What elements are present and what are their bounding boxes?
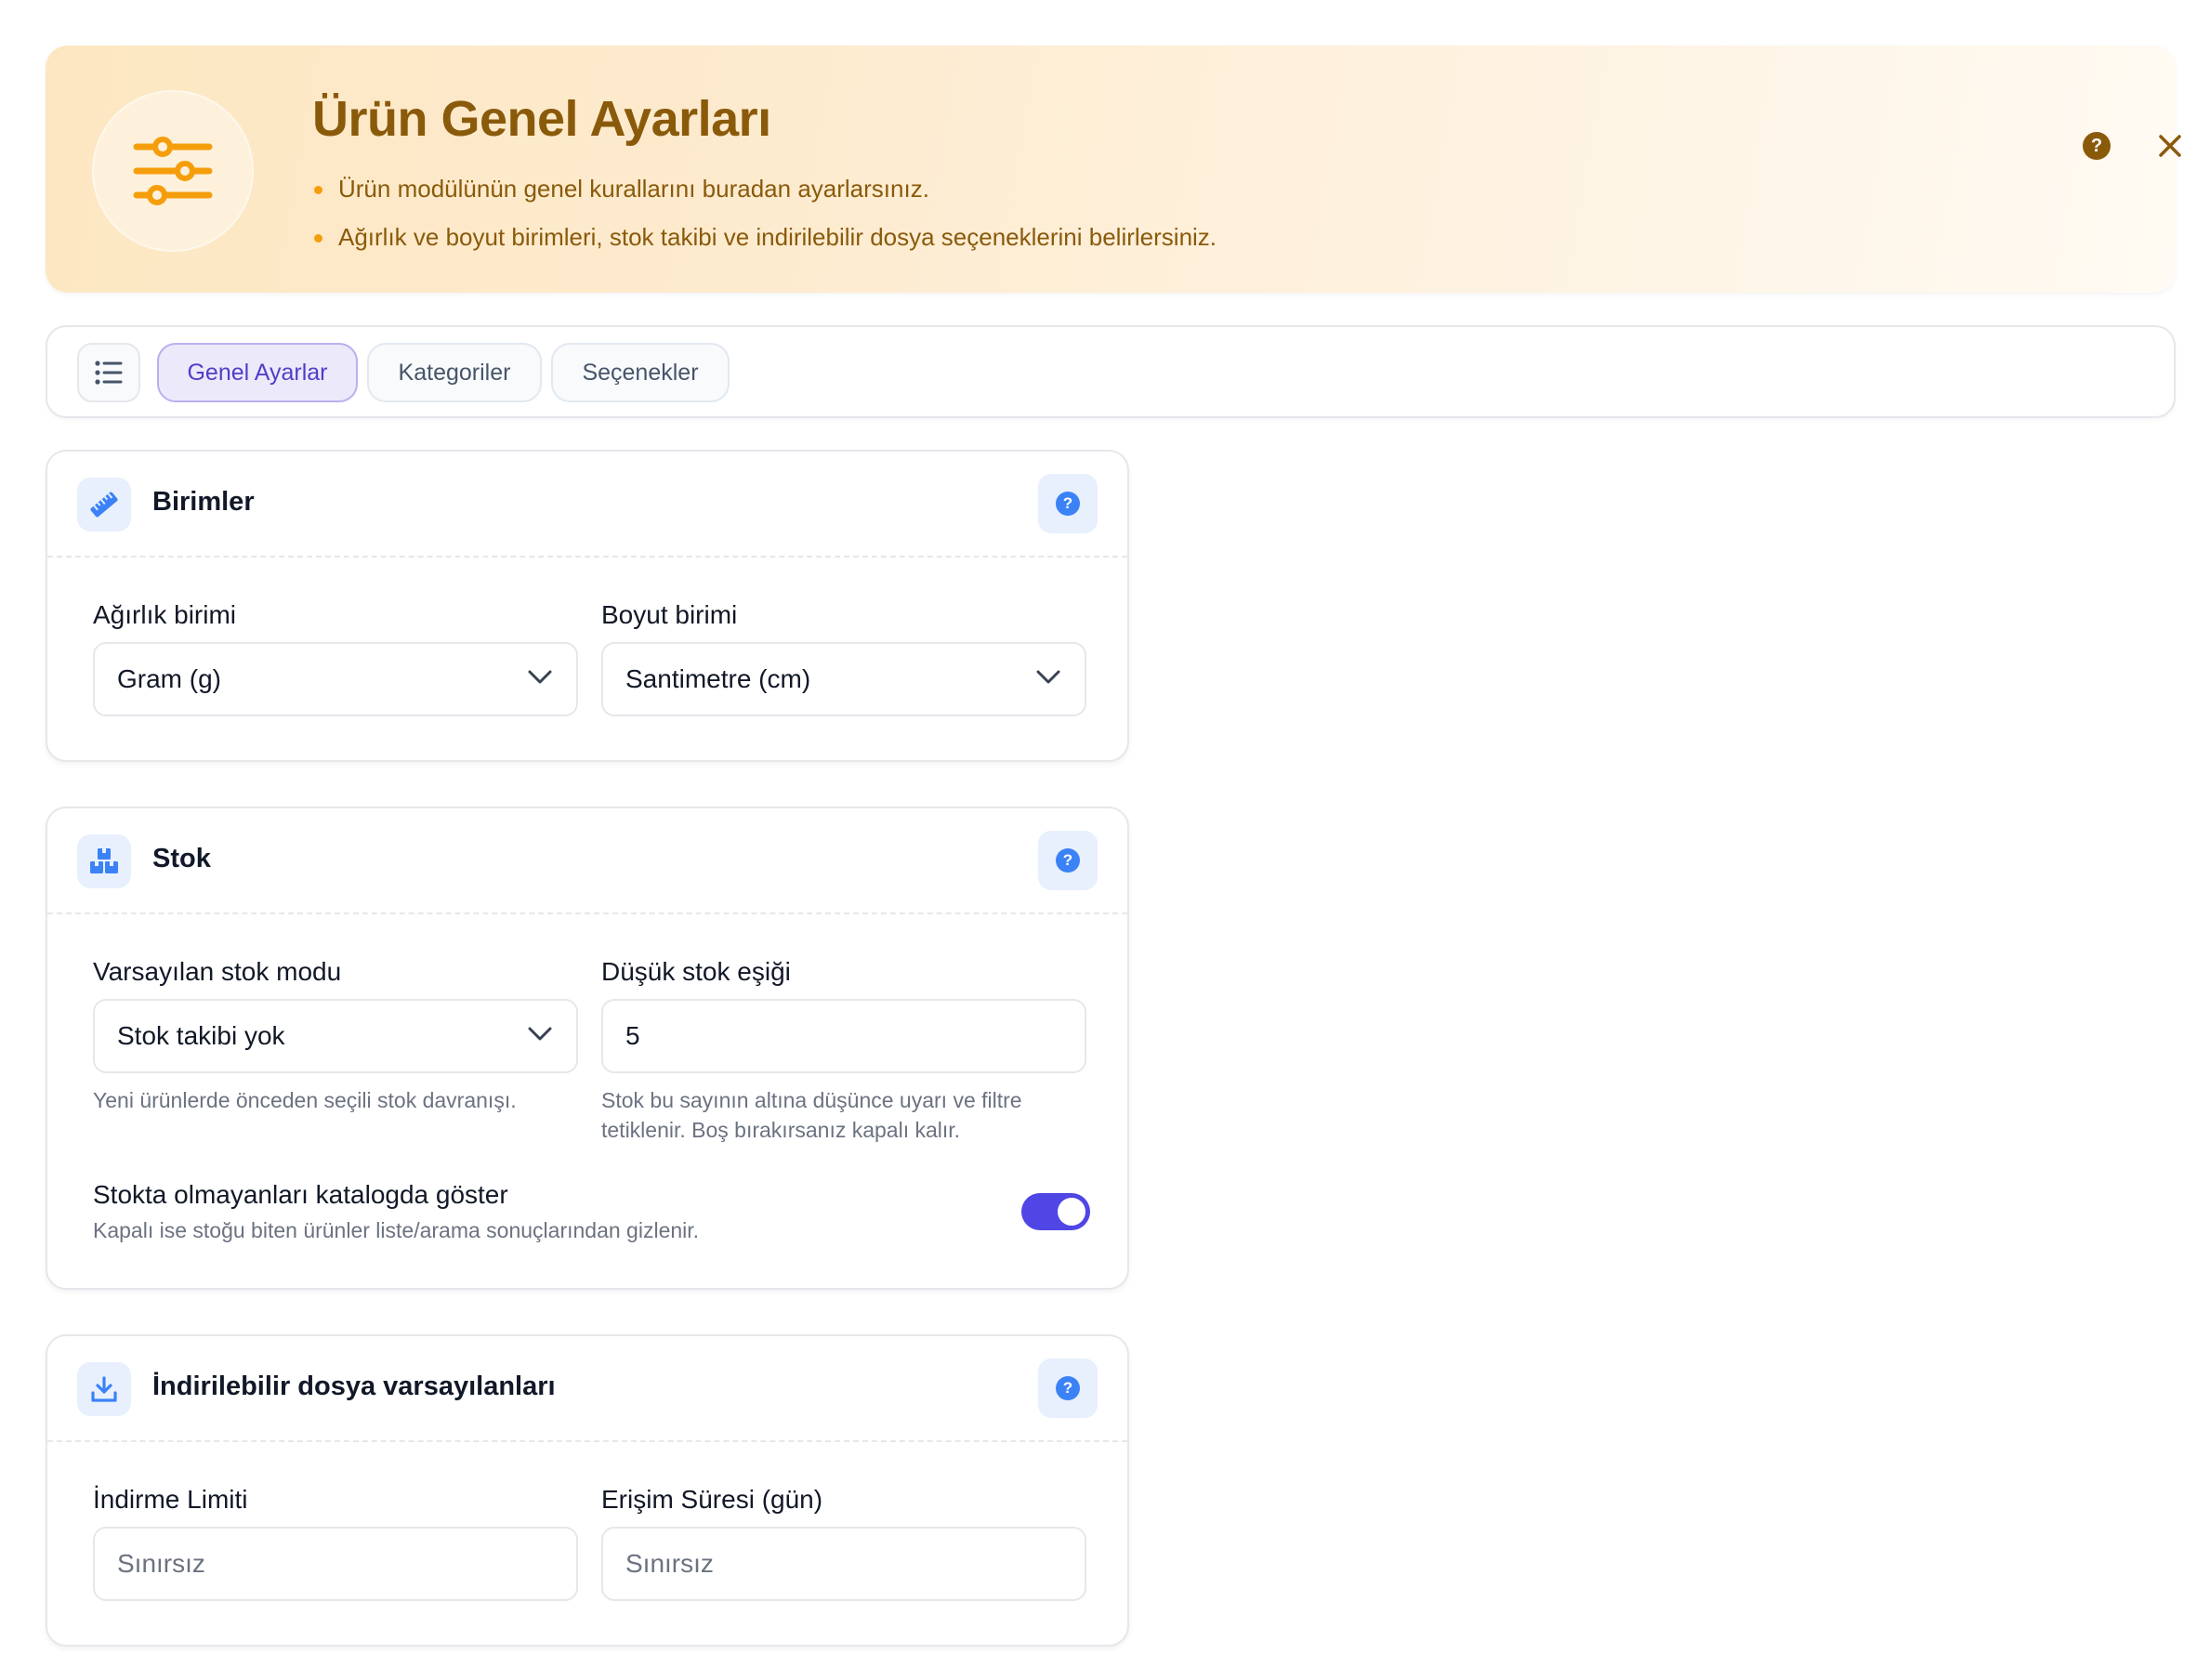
low-stock-hint: Stok bu sayının altına düşünce uyarı ve … — [601, 1088, 1022, 1142]
card-title: Birimler — [152, 487, 255, 517]
sliders-icon — [133, 137, 213, 205]
dimension-unit-select[interactable]: Santimetre (cm) — [601, 642, 1086, 716]
show-out-of-stock-toggle[interactable] — [1021, 1193, 1090, 1230]
help-icon: ? — [1056, 848, 1080, 873]
help-icon: ? — [1056, 1376, 1080, 1400]
close-button[interactable] — [2151, 127, 2189, 164]
help-button[interactable]: ? — [1038, 831, 1098, 890]
help-icon: ? — [1056, 492, 1080, 516]
tab-genel-ayarlar[interactable]: Genel Ayarlar — [157, 343, 358, 402]
stock-mode-hint: Yeni ürünlerde önceden seçili stok davra… — [93, 1088, 517, 1112]
card-title: Stok — [152, 844, 211, 873]
tab-kategoriler[interactable]: Kategoriler — [367, 343, 542, 402]
card-header: Birimler ? — [47, 452, 1127, 558]
stock-mode-value: Stok takibi yok — [117, 1021, 285, 1050]
dimension-unit-label: Boyut birimi — [601, 600, 738, 629]
page-title: Ürün Genel Ayarları — [312, 91, 771, 147]
help-button[interactable]: ? — [1038, 1358, 1098, 1418]
dimension-unit-value: Santimetre (cm) — [625, 664, 811, 693]
weight-unit-select[interactable]: Gram (g) — [93, 642, 578, 716]
low-stock-value: 5 — [625, 1021, 640, 1050]
help-icon[interactable]: ? — [2083, 132, 2111, 160]
show-out-of-stock-hint: Kapalı ise stoğu biten ürünler liste/ara… — [93, 1218, 700, 1242]
banner-description-list: Ürün modülünün genel kurallarını buradan… — [312, 164, 1217, 261]
header-banner: Ürün Genel Ayarları Ürün modülünün genel… — [46, 46, 2181, 293]
banner-bullet: Ürün modülünün genel kurallarını buradan… — [312, 164, 1217, 213]
card-header: Stok ? — [47, 808, 1127, 914]
ruler-icon — [90, 492, 118, 518]
help-button[interactable]: ? — [1038, 474, 1098, 533]
show-out-of-stock-label: Stokta olmayanları katalogda göster — [93, 1180, 508, 1209]
menu-list-button[interactable] — [77, 343, 140, 402]
tab-bar: Genel Ayarlar Kategoriler Seçenekler — [46, 325, 2176, 418]
downloads-card: İndirilebilir dosya varsayılanları ? İnd… — [46, 1334, 1129, 1647]
access-duration-label: Erişim Süresi (gün) — [601, 1485, 823, 1514]
card-title: İndirilebilir dosya varsayılanları — [152, 1372, 556, 1401]
weight-unit-value: Gram (g) — [117, 664, 221, 693]
list-icon — [95, 361, 123, 385]
card-icon-container — [77, 834, 131, 888]
stock-mode-label: Varsayılan stok modu — [93, 957, 342, 986]
weight-unit-label: Ağırlık birimi — [93, 600, 237, 629]
card-header: İndirilebilir dosya varsayılanları ? — [47, 1336, 1127, 1442]
low-stock-input[interactable]: 5 — [601, 999, 1086, 1073]
download-icon — [91, 1376, 117, 1402]
banner-bullet: Ağırlık ve boyut birimleri, stok takibi … — [312, 213, 1217, 261]
low-stock-label: Düşük stok eşiği — [601, 957, 791, 986]
download-limit-label: İndirme Limiti — [93, 1485, 248, 1514]
chevron-down-icon — [528, 670, 552, 684]
access-duration-input[interactable] — [601, 1527, 1086, 1601]
chevron-down-icon — [1036, 670, 1060, 684]
stock-card: Stok ? Varsayılan stok modu Stok takibi … — [46, 807, 1129, 1290]
units-card: Birimler ? Ağırlık birimi Gram (g) Boyut… — [46, 450, 1129, 762]
boxes-icon — [90, 848, 118, 873]
card-icon-container — [77, 478, 131, 532]
download-limit-input[interactable] — [93, 1527, 578, 1601]
tab-secenekler[interactable]: Seçenekler — [551, 343, 730, 402]
banner-icon-container — [92, 90, 254, 252]
card-icon-container — [77, 1362, 131, 1416]
close-icon — [2159, 135, 2181, 157]
stock-mode-select[interactable]: Stok takibi yok — [93, 999, 578, 1073]
chevron-down-icon — [528, 1027, 552, 1041]
